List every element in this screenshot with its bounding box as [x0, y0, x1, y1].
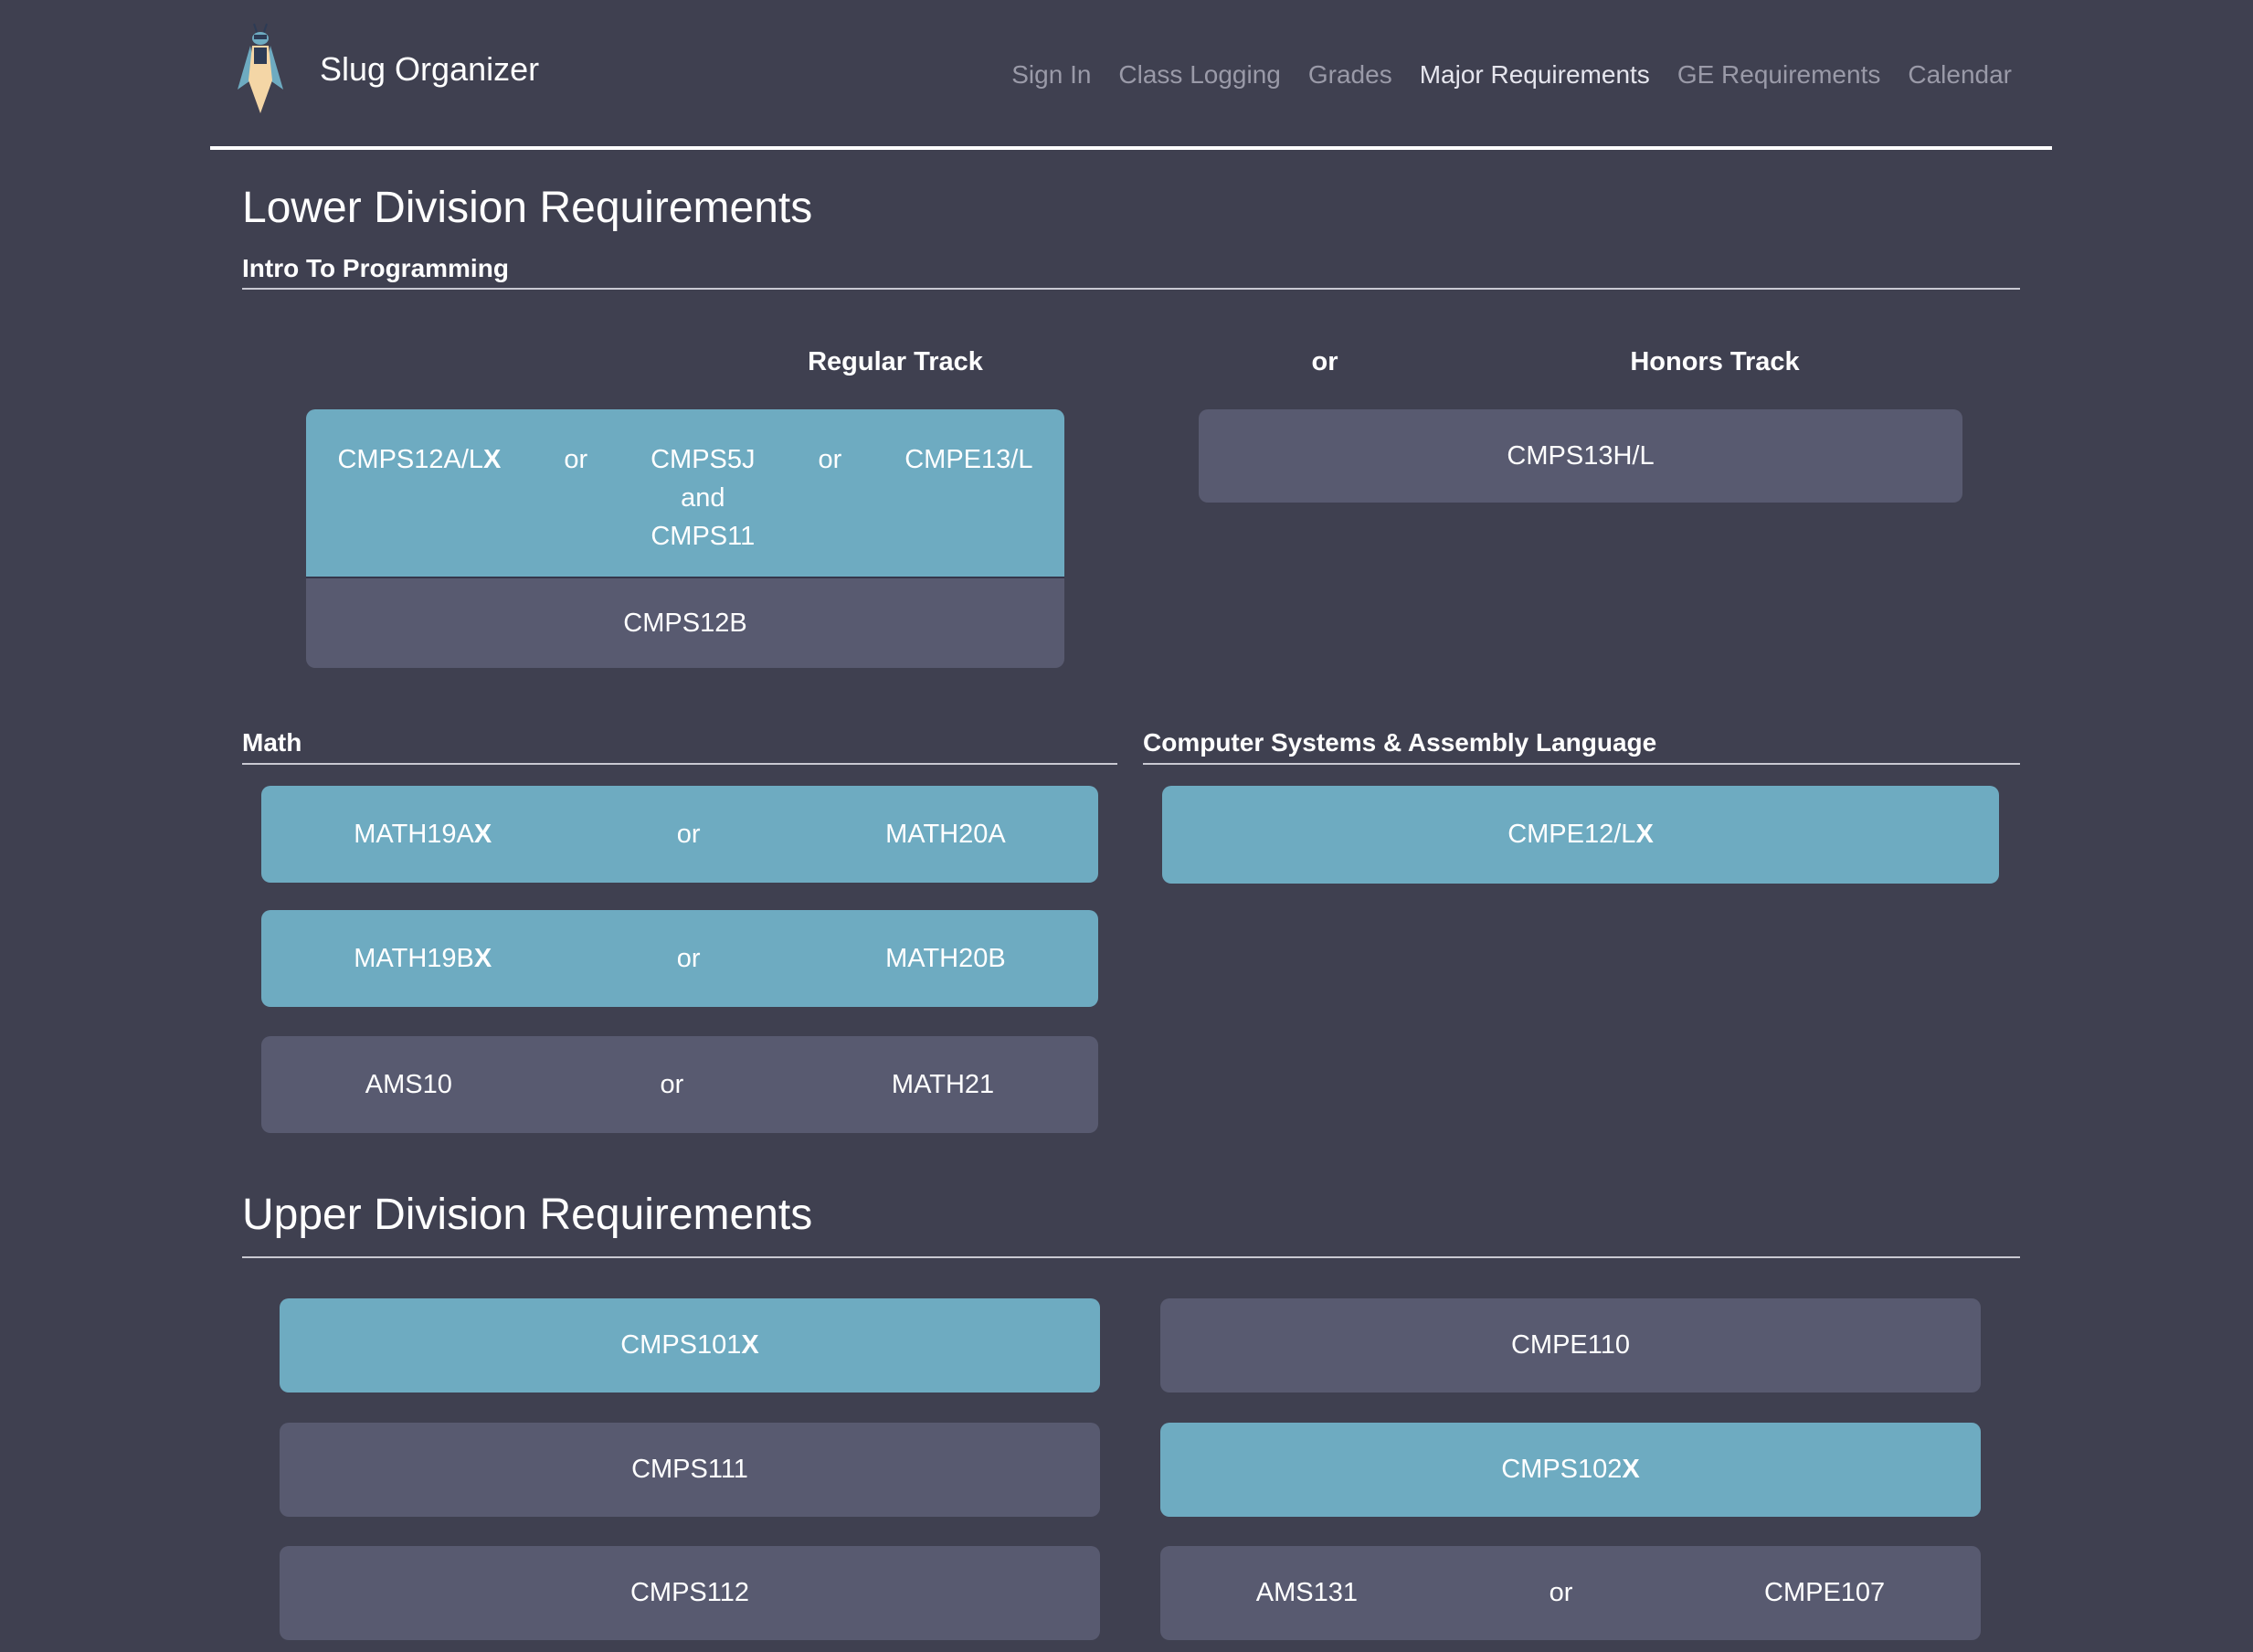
course-cmps13h[interactable]: CMPS13H/L	[1199, 409, 1962, 503]
math-row-1[interactable]: MATH19AX or MATH20A	[261, 786, 1098, 883]
or-label: or	[676, 819, 701, 849]
nav-class-logging[interactable]: Class Logging	[1118, 60, 1280, 90]
course-cmpe107[interactable]: CMPE107	[1764, 1578, 1885, 1608]
completed-mark: X	[483, 445, 502, 474]
completed-mark: X	[473, 943, 492, 973]
regular-track-label: Regular Track	[808, 347, 983, 376]
course-cmps101[interactable]: CMPS101X	[280, 1298, 1100, 1393]
honors-track-label: Honors Track	[1630, 347, 1800, 376]
regular-track-card: CMPS12A/LX or CMPS5J and CMPS11 or CMPE1…	[306, 409, 1064, 670]
math-title: Math	[242, 728, 302, 757]
course-cmpe13[interactable]: CMPE13/L	[904, 440, 1032, 479]
page-container: Slug Organizer Sign In Class Logging Gra…	[210, 0, 2052, 1640]
course-math19b[interactable]: MATH19BX	[354, 944, 492, 974]
course-math20a[interactable]: MATH20A	[885, 820, 1006, 850]
course-cmps112[interactable]: CMPS112	[280, 1546, 1100, 1640]
course-math20b[interactable]: MATH20B	[885, 944, 1006, 974]
nav-major-requirements[interactable]: Major Requirements	[1420, 60, 1650, 90]
brand[interactable]: Slug Organizer	[232, 22, 539, 117]
completed-mark: X	[473, 819, 492, 849]
navbar: Slug Organizer Sign In Class Logging Gra…	[210, 0, 2052, 150]
completed-mark: X	[1635, 820, 1654, 849]
math-row-3[interactable]: AMS10 or MATH21	[261, 1036, 1098, 1133]
math-row-2[interactable]: MATH19BX or MATH20B	[261, 910, 1098, 1007]
or-label: or	[660, 1069, 684, 1099]
course-cmpe110[interactable]: CMPE110	[1160, 1298, 1981, 1393]
slug-logo-icon	[238, 23, 283, 113]
course-ams131[interactable]: AMS131	[1256, 1578, 1358, 1608]
nav-grades[interactable]: Grades	[1308, 60, 1392, 90]
brand-name: Slug Organizer	[320, 50, 540, 88]
nav-menu: Sign In Class Logging Grades Major Requi…	[1011, 60, 2012, 90]
course-cmps102[interactable]: CMPS102X	[1160, 1423, 1981, 1517]
systems-rule	[1143, 763, 2020, 765]
course-cmps111[interactable]: CMPS111	[280, 1423, 1100, 1517]
systems-title: Computer Systems & Assembly Language	[1143, 728, 1657, 757]
upper-option-row[interactable]: AMS131 or CMPE107	[1160, 1546, 1981, 1640]
completed-mark: X	[1622, 1455, 1640, 1484]
upper-division-title: Upper Division Requirements	[242, 1191, 813, 1239]
course-cmps12a[interactable]: CMPS12A/LX	[337, 440, 501, 479]
nav-ge-requirements[interactable]: GE Requirements	[1677, 60, 1881, 90]
course-cmps12b[interactable]: CMPS12B	[306, 577, 1064, 668]
course-math21[interactable]: MATH21	[892, 1070, 994, 1100]
completed-mark: X	[741, 1330, 759, 1360]
intro-rule	[242, 288, 2020, 290]
lower-division-title: Lower Division Requirements	[242, 184, 813, 232]
math-rule	[242, 763, 1117, 765]
intro-programming-title: Intro To Programming	[242, 254, 509, 282]
or-label: or	[1549, 1578, 1573, 1607]
regular-track-options[interactable]: CMPS12A/LX or CMPS5J and CMPS11 or CMPE1…	[306, 409, 1064, 577]
or-label: or	[676, 943, 701, 973]
nav-sign-in[interactable]: Sign In	[1011, 60, 1091, 90]
course-cmps5j-cmps11[interactable]: CMPS5J and CMPS11	[651, 440, 755, 556]
or-label: or	[564, 445, 588, 474]
course-cmpe12[interactable]: CMPE12/LX	[1162, 786, 1999, 884]
upper-rule	[242, 1256, 2020, 1258]
course-ams10[interactable]: AMS10	[365, 1070, 452, 1100]
nav-calendar[interactable]: Calendar	[1908, 60, 2012, 90]
course-math19a[interactable]: MATH19AX	[354, 820, 492, 850]
or-label: or	[818, 445, 842, 474]
